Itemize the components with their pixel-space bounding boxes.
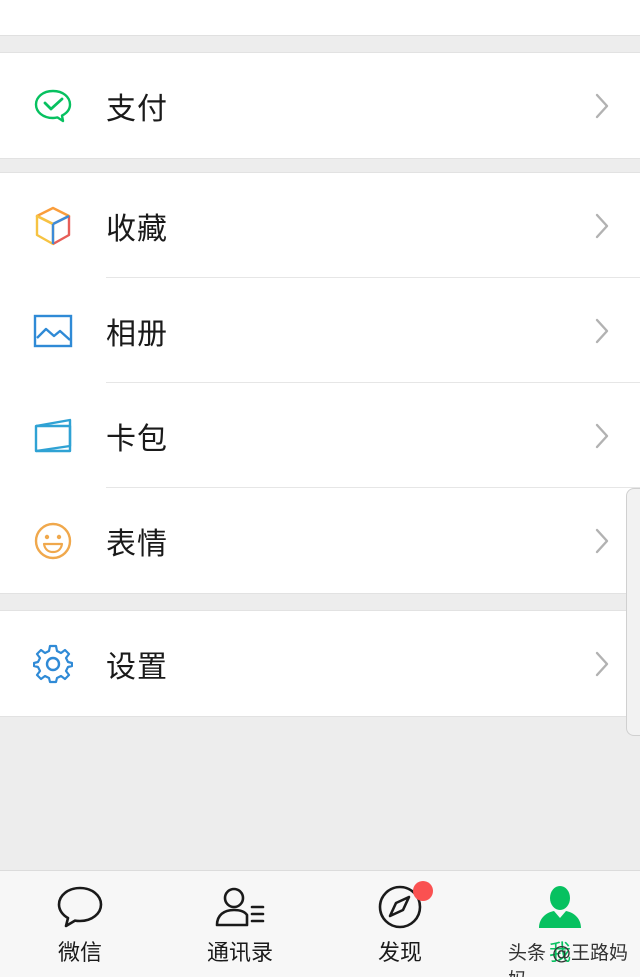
chevron-right-icon bbox=[595, 651, 609, 676]
menu-item-label: 设置 bbox=[106, 649, 168, 685]
chevron-right-icon bbox=[595, 423, 609, 448]
chevron-right-icon bbox=[595, 93, 609, 118]
menu-item-label: 卡包 bbox=[106, 421, 168, 457]
tab-discover[interactable]: 发现 bbox=[320, 871, 480, 977]
menu-item-settings[interactable]: 设置 bbox=[0, 611, 640, 716]
menu-item-label: 相册 bbox=[106, 316, 168, 352]
chevron-right-icon bbox=[595, 528, 609, 553]
tab-label: 通讯录 bbox=[206, 941, 273, 966]
tab-label: 微信 bbox=[57, 941, 102, 966]
menu-item-label: 收藏 bbox=[106, 211, 168, 247]
chat-bubble-icon bbox=[54, 883, 106, 931]
chevron-right-icon bbox=[595, 318, 609, 343]
menu-item-favorites[interactable]: 收藏 bbox=[0, 173, 640, 278]
tab-chats[interactable]: 微信 bbox=[0, 871, 160, 977]
menu-item-album[interactable]: 相册 bbox=[0, 278, 640, 383]
smiley-icon bbox=[32, 520, 74, 562]
menu-item-cards[interactable]: 卡包 bbox=[0, 383, 640, 488]
discover-notification-badge bbox=[413, 881, 433, 901]
cube-icon bbox=[32, 205, 74, 247]
card-wallet-icon bbox=[32, 415, 74, 457]
image-icon bbox=[32, 310, 74, 352]
watermark: 头条 @王路妈妈 bbox=[508, 942, 629, 977]
previous-section-card bbox=[0, 0, 640, 36]
menu-item-label: 支付 bbox=[106, 91, 168, 127]
wechat-pay-icon bbox=[32, 85, 74, 127]
menu-item-stickers[interactable]: 表情 bbox=[0, 488, 640, 593]
settings-group: 设置 bbox=[0, 610, 640, 717]
chevron-right-icon bbox=[595, 213, 609, 238]
pay-group: 支付 bbox=[0, 52, 640, 159]
gear-icon bbox=[32, 643, 74, 685]
person-icon bbox=[534, 883, 586, 931]
edge-scroll-handle[interactable] bbox=[626, 488, 640, 736]
tab-contacts[interactable]: 通讯录 bbox=[160, 871, 320, 977]
menu-item-label: 表情 bbox=[106, 526, 168, 562]
features-group: 收藏 相册 卡包 表情 bbox=[0, 172, 640, 594]
tab-label: 发现 bbox=[377, 941, 422, 966]
menu-item-pay[interactable]: 支付 bbox=[0, 53, 640, 158]
contacts-icon bbox=[214, 883, 266, 931]
